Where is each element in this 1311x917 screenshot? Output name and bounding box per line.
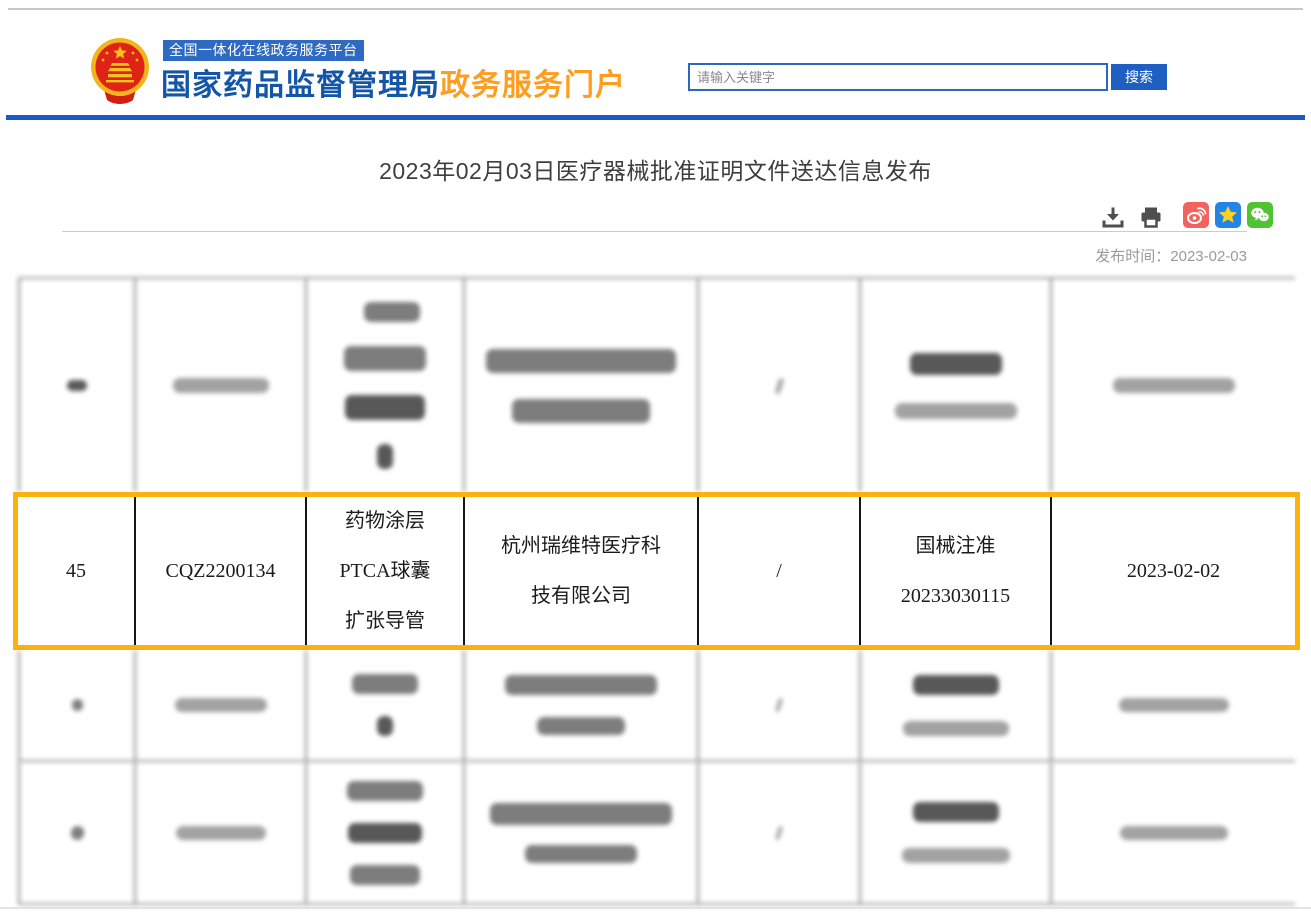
cell-product-name: [307, 762, 465, 903]
cell-company: [465, 279, 699, 492]
cell-seq: [18, 650, 136, 760]
download-icon[interactable]: [1101, 205, 1127, 231]
cell-product-name: [307, 279, 465, 492]
cell-registration-no: [861, 279, 1052, 492]
cell-agent: [699, 762, 861, 903]
cell-date: [1052, 650, 1295, 760]
weibo-share-icon[interactable]: [1183, 202, 1209, 228]
cell-agent: [699, 279, 861, 492]
cell-seq: [18, 762, 136, 903]
cell-acceptance-no: CQZ2200134: [136, 497, 307, 645]
site-brand-link[interactable]: 国家药品监督管理局政务服务门户: [161, 60, 626, 104]
cell-date: [1052, 762, 1295, 903]
table-row-redacted: [18, 762, 1295, 905]
company-line: 杭州瑞维特医疗科: [501, 521, 661, 571]
cell-company: 杭州瑞维特医疗科 技有限公司: [465, 497, 699, 645]
search-button[interactable]: 搜索: [1111, 64, 1167, 90]
registration-no-line: 20233030115: [901, 571, 1010, 621]
cell-registration-no: 国械注准 20233030115: [861, 497, 1052, 645]
cell-acceptance-no: [136, 650, 307, 760]
national-emblem-logo: [78, 36, 162, 109]
portal-name: 政务服务门户: [440, 69, 626, 102]
wechat-share-icon[interactable]: [1247, 202, 1273, 228]
cell-agent: [699, 650, 861, 760]
company-line: 技有限公司: [531, 571, 631, 621]
publish-time: 发布时间：2023-02-03: [1095, 245, 1247, 266]
cell-date: 2023-02-02: [1052, 497, 1295, 645]
search-input[interactable]: [688, 63, 1108, 91]
delivery-info-table: 45 CQZ2200134 药物涂层 PTCA球囊 扩张导管 杭州瑞维特医疗科 …: [18, 277, 1295, 905]
header-blue-rule: [6, 115, 1305, 120]
table-row-redacted: [18, 650, 1295, 762]
cell-product-name: [307, 650, 465, 760]
cell-company: [465, 650, 699, 760]
national-emblem-icon: [78, 36, 162, 104]
cell-seq: 45: [18, 497, 136, 645]
table-row-redacted: [18, 277, 1295, 492]
cell-seq: [18, 279, 136, 492]
cell-agent: /: [699, 497, 861, 645]
cell-company: [465, 762, 699, 903]
cell-product-name: 药物涂层 PTCA球囊 扩张导管: [307, 497, 465, 645]
cell-date: [1052, 279, 1295, 492]
agency-name: 国家药品监督管理局: [161, 69, 440, 102]
page-title: 2023年02月03日医疗器械批准证明文件送达信息发布: [0, 152, 1311, 186]
nmpa-portal-page: 全国一体化在线政务服务平台 国家药品监督管理局政务服务门户 搜索 2023年02…: [0, 0, 1311, 917]
table-row-highlighted: 45 CQZ2200134 药物涂层 PTCA球囊 扩张导管 杭州瑞维特医疗科 …: [13, 492, 1300, 650]
cell-registration-no: [861, 650, 1052, 760]
platform-badge: 全国一体化在线政务服务平台: [163, 40, 364, 61]
cell-acceptance-no: [136, 762, 307, 903]
cell-acceptance-no: [136, 279, 307, 492]
registration-no-line: 国械注准: [916, 521, 996, 571]
print-icon[interactable]: [1139, 205, 1165, 231]
qzone-share-icon[interactable]: [1215, 202, 1241, 228]
product-name-line: 扩张导管: [345, 596, 425, 645]
product-name-line: PTCA球囊: [339, 546, 430, 596]
top-divider: [8, 8, 1303, 10]
publish-time-label: 发布时间：: [1095, 248, 1170, 265]
bottom-divider: [0, 907, 1311, 909]
cell-registration-no: [861, 762, 1052, 903]
title-divider: [62, 231, 1247, 232]
publish-date: 2023-02-03: [1170, 248, 1247, 265]
product-name-line: 药物涂层: [345, 497, 425, 546]
